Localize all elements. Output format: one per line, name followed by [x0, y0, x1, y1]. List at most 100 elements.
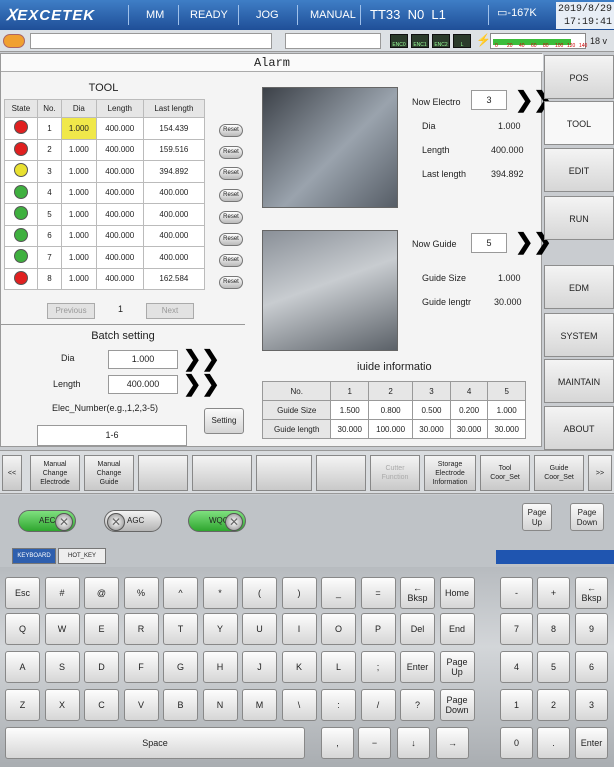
length-cell[interactable]: 400.000 [95, 246, 144, 269]
now-guide-input[interactable]: 5 [471, 233, 507, 253]
key-[interactable]: , [321, 727, 354, 759]
table-row[interactable]: 1 1.000 400.000 154.439 [4, 117, 206, 140]
reset-button[interactable]: Reset [219, 189, 243, 203]
key-l[interactable]: L [321, 651, 356, 683]
key-c[interactable]: C [84, 689, 119, 721]
reset-button[interactable]: Reset [219, 210, 243, 224]
length-cell[interactable]: 400.000 [95, 160, 144, 183]
dia-cell[interactable]: 1.000 [61, 160, 97, 183]
nav-run[interactable]: RUN [544, 196, 614, 240]
key-[interactable]: = [360, 577, 396, 609]
key-o[interactable]: O [321, 613, 356, 645]
key-7[interactable]: 7 [500, 613, 533, 645]
nav-maintain[interactable]: MAINTAIN [544, 359, 614, 403]
dia-cell[interactable]: 1.000 [61, 203, 97, 226]
key-k[interactable]: K [281, 651, 317, 683]
key-t[interactable]: T [163, 613, 198, 645]
reset-button[interactable]: Reset [219, 275, 243, 289]
key-page-down[interactable]: Page Down [439, 689, 475, 721]
setting-button[interactable]: Setting [204, 408, 244, 434]
previous-button[interactable]: Previous [47, 303, 95, 319]
table-row[interactable]: 2 1.000 400.000 159.516 [4, 138, 206, 161]
function-prev-page[interactable]: << [2, 455, 22, 491]
manual-change-guide-button[interactable]: Manual Change Guide [84, 455, 134, 491]
key-[interactable]: ^ [163, 577, 198, 609]
dia-cell[interactable]: 1.000 [61, 246, 97, 269]
key-4[interactable]: 4 [500, 651, 533, 683]
key-page-up[interactable]: Page Up [439, 651, 475, 683]
aec-toggle[interactable]: AEC ✕ [18, 510, 76, 532]
guide-length-cell[interactable]: 30.000 [449, 419, 489, 439]
reset-button[interactable]: Reset [219, 254, 243, 268]
key-[interactable]: _ [321, 577, 356, 609]
key-f[interactable]: F [123, 651, 159, 683]
nav-edm[interactable]: EDM [544, 265, 614, 309]
dia-cell[interactable]: 1.000 [61, 224, 97, 247]
tool-coor-set-button[interactable]: Tool Coor_Set [480, 455, 530, 491]
key-x[interactable]: X [44, 689, 80, 721]
key-q[interactable]: Q [5, 613, 40, 645]
empty-function-key[interactable] [192, 455, 252, 491]
manual-change-electrode-button[interactable]: Manual Change Electrode [30, 455, 80, 491]
wqc-toggle[interactable]: WQC ✕ [188, 510, 246, 532]
now-electrode-input[interactable]: 3 [471, 90, 507, 110]
key-[interactable]: ; [360, 651, 396, 683]
guide-size-cell[interactable]: 1.000 [487, 400, 526, 420]
guide-length-cell[interactable]: 100.000 [368, 419, 414, 439]
key-a[interactable]: A [5, 651, 40, 683]
function-next-page[interactable]: >> [588, 455, 612, 491]
key-p[interactable]: P [360, 613, 396, 645]
key-n[interactable]: N [202, 689, 238, 721]
key-[interactable]: ( [242, 577, 277, 609]
dia-cell[interactable]: 1.000 [61, 181, 97, 204]
key-1[interactable]: 1 [500, 689, 533, 721]
guide-size-cell[interactable]: 0.200 [449, 400, 489, 420]
key-[interactable]: ) [281, 577, 317, 609]
dia-cell[interactable]: 1.000 [61, 117, 97, 140]
key-del[interactable]: Del [400, 613, 435, 645]
key-3[interactable]: 3 [575, 689, 608, 721]
table-row[interactable]: 3 1.000 400.000 394.892 [4, 160, 206, 183]
length-cell[interactable]: 400.000 [95, 181, 144, 204]
key-0[interactable]: 0 [500, 727, 533, 759]
empty-function-key[interactable] [138, 455, 188, 491]
elec-number-input[interactable]: 1-6 [37, 425, 187, 446]
key-z[interactable]: Z [5, 689, 40, 721]
key-i[interactable]: I [281, 613, 317, 645]
next-button[interactable]: Next [146, 303, 194, 319]
guide-size-cell[interactable]: 1.500 [330, 400, 370, 420]
key-g[interactable]: G [163, 651, 198, 683]
guide-size-cell[interactable]: 0.500 [412, 400, 451, 420]
reset-button[interactable]: Reset [219, 124, 243, 137]
nav-about[interactable]: ABOUT [544, 406, 614, 450]
key-r[interactable]: R [123, 613, 159, 645]
key-[interactable]: - [500, 577, 533, 609]
key-[interactable]: − [358, 727, 391, 759]
batch-length-input[interactable]: 400.000 [108, 375, 178, 394]
key-esc[interactable]: Esc [5, 577, 40, 609]
guide-size-cell[interactable]: 0.800 [368, 400, 414, 420]
table-row[interactable]: 8 1.000 400.000 162.584 [4, 267, 206, 290]
nav-edit[interactable]: EDIT [544, 148, 614, 192]
key-m[interactable]: M [242, 689, 277, 721]
apply-length-arrow-icon[interactable]: ❯❯ [183, 373, 220, 395]
length-cell[interactable]: 400.000 [95, 138, 144, 161]
length-cell[interactable]: 400.000 [95, 203, 144, 226]
key-bksp[interactable]: ← Bksp [575, 577, 608, 609]
key-y[interactable]: Y [202, 613, 238, 645]
guide-coor-set-button[interactable]: Guide Coor_Set [534, 455, 584, 491]
key-6[interactable]: 6 [575, 651, 608, 683]
tab-hot-key[interactable]: HOT_KEY [58, 548, 106, 564]
empty-function-key[interactable] [316, 455, 366, 491]
reset-button[interactable]: Reset [219, 232, 243, 246]
dia-cell[interactable]: 1.000 [61, 267, 97, 290]
key-e[interactable]: E [84, 613, 119, 645]
key-[interactable]: . [537, 727, 570, 759]
guide-length-cell[interactable]: 30.000 [487, 419, 526, 439]
table-row[interactable]: 5 1.000 400.000 400.000 [4, 203, 206, 226]
empty-function-key[interactable] [256, 455, 312, 491]
table-row[interactable]: 4 1.000 400.000 400.000 [4, 181, 206, 204]
key-[interactable]: ? [400, 689, 435, 721]
key-enter[interactable]: Enter [575, 727, 608, 759]
alarm-indicator-icon[interactable] [3, 34, 25, 48]
